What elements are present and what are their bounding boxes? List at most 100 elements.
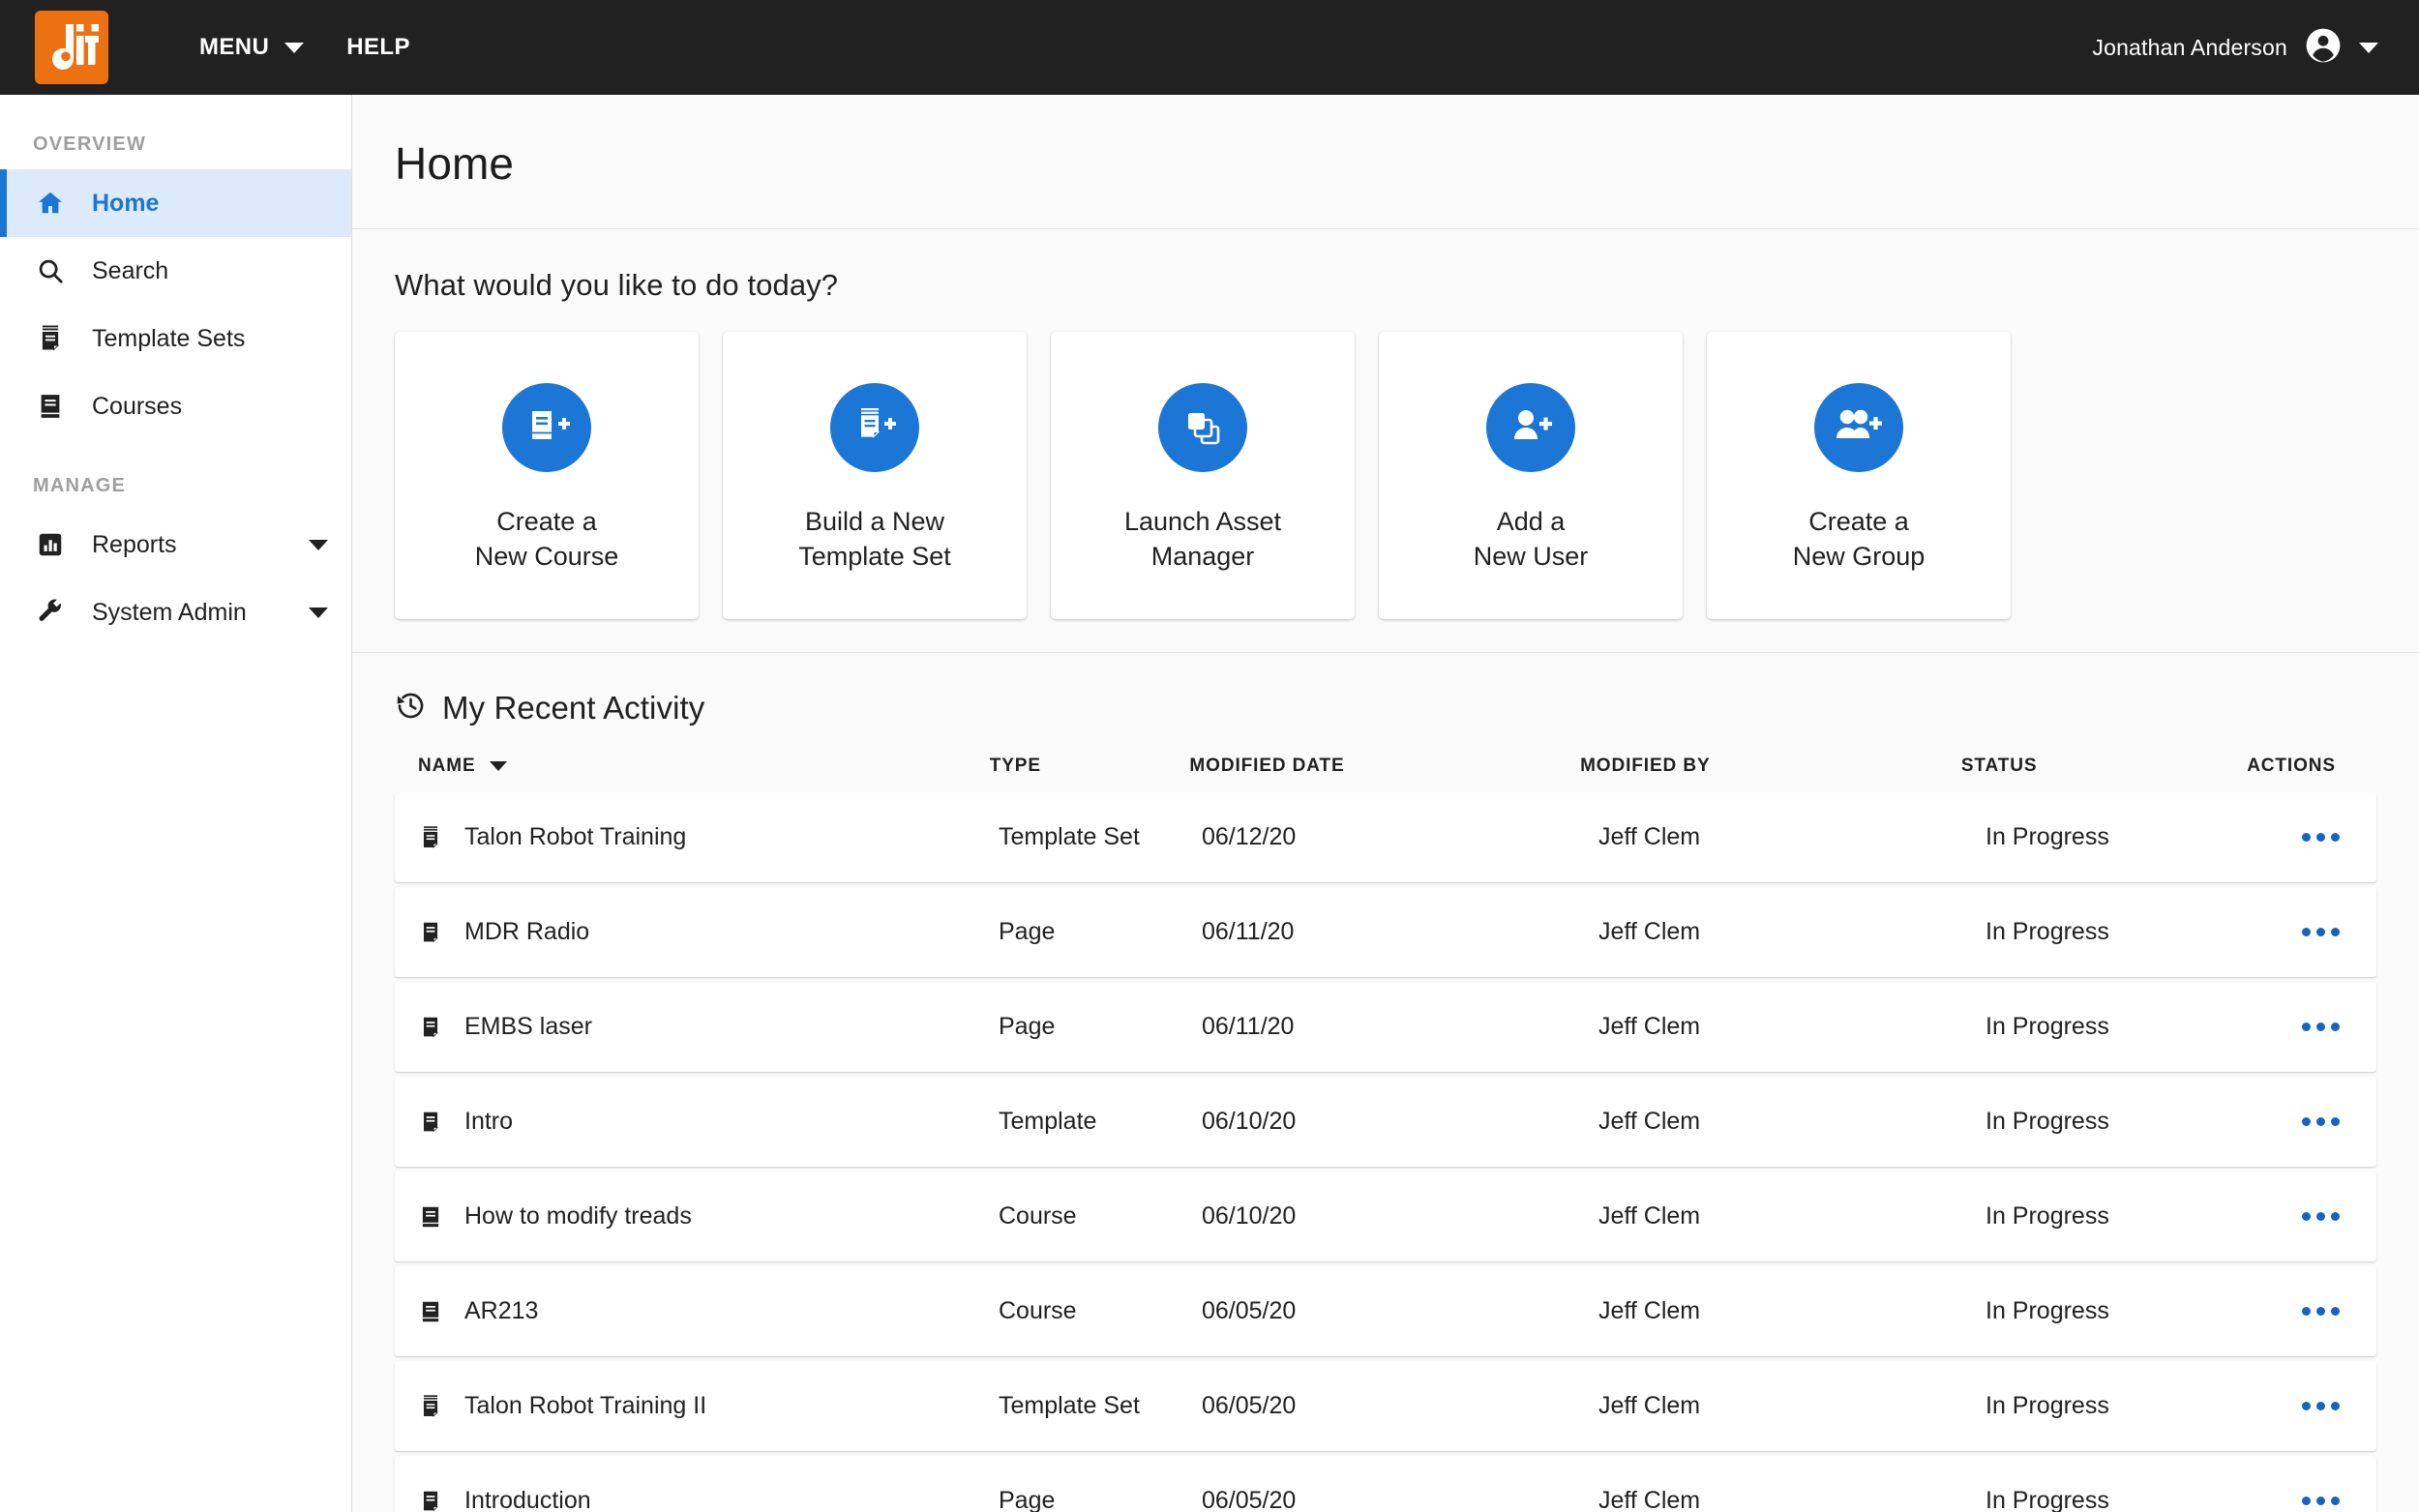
sort-descending-icon[interactable]: [489, 761, 507, 771]
table-row[interactable]: AR213 Course 06/05/20 Jeff Clem In Progress: [395, 1266, 2376, 1356]
row-actions-menu-icon[interactable]: [2302, 1212, 2340, 1221]
wrench-icon: [36, 598, 73, 627]
table-row[interactable]: How to modify treads Course 06/10/20 Jeff C…: [395, 1171, 2376, 1261]
row-modified-date: 06/11/20: [1202, 1013, 1295, 1040]
row-actions-menu-icon[interactable]: [2302, 1307, 2340, 1316]
recent-activity-header: My Recent Activity: [395, 690, 2376, 726]
launch-asset-manager-label: Launch Asset Manager: [1123, 506, 1282, 571]
row-actions-menu-icon[interactable]: [2302, 1402, 2340, 1410]
sidebar-item-search[interactable]: Search: [0, 237, 351, 305]
account-circle-icon: [2305, 27, 2342, 69]
table-row[interactable]: Talon Robot Training Template Set 06/12/20…: [395, 792, 2376, 882]
row-name: Talon Robot Training: [464, 823, 687, 850]
history-icon: [395, 690, 427, 726]
status-badge: In Progress: [1986, 1297, 2109, 1324]
table-row[interactable]: Talon Robot Training II Template Set 06/05…: [395, 1361, 2376, 1451]
sidebar-item-template-sets[interactable]: Template Sets: [0, 305, 351, 372]
sidebar-item-reports-label: Reports: [92, 530, 177, 558]
reports-chevron-down-icon[interactable]: [309, 539, 328, 550]
help-button[interactable]: HELP: [325, 20, 432, 74]
recent-activity-title: My Recent Activity: [442, 690, 705, 726]
chevron-down-icon: [284, 42, 305, 53]
create-new-course-card[interactable]: Create a New Course: [395, 332, 699, 619]
row-type: Course: [999, 1202, 1077, 1230]
page-title: Home: [395, 138, 515, 189]
create-new-course-label: Create a New Course: [474, 506, 619, 571]
template-set-plus-icon: [830, 382, 919, 472]
menu-button[interactable]: MENU: [178, 20, 325, 74]
row-name: MDR Radio: [464, 918, 590, 945]
build-new-template-set-label: Build a New Template Set: [798, 506, 951, 571]
status-badge: In Progress: [1986, 1487, 2109, 1512]
column-header-modified-by[interactable]: MODIFIED BY: [1580, 756, 1961, 777]
row-modified-by: Jeff Clem: [1598, 1202, 1701, 1230]
template-set-icon: [418, 1394, 443, 1419]
create-new-group-card[interactable]: Create a New Group: [1707, 332, 2011, 619]
row-name: EMBS laser: [464, 1013, 592, 1040]
column-header-status[interactable]: STATUS: [1961, 756, 2247, 777]
table-row[interactable]: MDR Radio Page 06/11/20 Jeff Clem In Progres…: [395, 887, 2376, 977]
sidebar-item-reports[interactable]: Reports: [0, 511, 351, 578]
user-menu[interactable]: Jonathan Anderson: [2092, 27, 2388, 69]
row-modified-date: 06/05/20: [1202, 1487, 1297, 1512]
column-header-name[interactable]: NAME: [418, 756, 990, 777]
top-bar: MENU HELP Jonathan Anderson: [0, 0, 2419, 95]
page-icon: [418, 920, 443, 945]
table-row[interactable]: EMBS laser Page 06/11/20 Jeff Clem In Progre…: [395, 982, 2376, 1072]
status-badge: In Progress: [1986, 1392, 2109, 1419]
group-plus-icon: [1814, 382, 1903, 472]
add-new-user-card[interactable]: Add a New User: [1379, 332, 1683, 619]
column-header-type[interactable]: TYPE: [990, 756, 1190, 777]
row-modified-date: 06/05/20: [1202, 1297, 1297, 1324]
table-row[interactable]: Intro Template 06/10/20 Jeff Clem In Progres…: [395, 1077, 2376, 1167]
sidebar-item-home-label: Home: [92, 189, 160, 217]
status-badge: In Progress: [1986, 1013, 2109, 1040]
row-modified-by: Jeff Clem: [1598, 1297, 1701, 1324]
app-logo[interactable]: [35, 11, 108, 84]
table-row[interactable]: Introduction Page 06/05/20 Jeff Clem In Prog…: [395, 1456, 2376, 1512]
quick-actions-prompt: What would you like to do today?: [395, 268, 839, 302]
sidebar-item-courses[interactable]: Courses: [0, 372, 351, 440]
menu-label: MENU: [199, 34, 270, 60]
sidebar-item-system-admin[interactable]: System Admin: [0, 578, 351, 646]
status-badge: In Progress: [1986, 918, 2109, 945]
row-modified-date: 06/11/20: [1202, 918, 1295, 945]
page-icon: [418, 1489, 443, 1512]
row-actions-menu-icon[interactable]: [2302, 928, 2340, 936]
column-header-actions: ACTIONS: [2247, 756, 2336, 776]
launch-asset-manager-card[interactable]: Launch Asset Manager: [1051, 332, 1355, 619]
activity-table-header: NAME TYPE MODIFIED DATE MODIFIED BY STAT…: [395, 756, 2376, 792]
page-header: Home: [352, 95, 2419, 229]
row-modified-by: Jeff Clem: [1598, 1487, 1701, 1512]
add-new-user-label: Add a New User: [1473, 506, 1589, 571]
sidebar-item-search-label: Search: [92, 256, 169, 284]
person-plus-icon: [1486, 382, 1575, 472]
row-actions-menu-icon[interactable]: [2302, 833, 2340, 842]
row-type: Template Set: [999, 1392, 1140, 1419]
template-set-icon: [36, 324, 73, 353]
activity-table-rows: Talon Robot Training Template Set 06/12/20…: [395, 792, 2376, 1512]
sidebar-item-template-sets-label: Template Sets: [92, 324, 246, 352]
user-chevron-down-icon[interactable]: [2359, 42, 2378, 53]
row-type: Page: [999, 1013, 1056, 1040]
row-actions-menu-icon[interactable]: [2302, 1497, 2340, 1505]
top-nav: MENU HELP: [178, 20, 432, 74]
sidebar-item-home[interactable]: Home: [0, 169, 351, 237]
search-icon: [36, 256, 73, 285]
row-type: Course: [999, 1297, 1077, 1324]
user-name: Jonathan Anderson: [2092, 34, 2287, 60]
row-name: AR213: [464, 1297, 539, 1324]
row-modified-by: Jeff Clem: [1598, 1013, 1701, 1040]
row-type: Template: [999, 1108, 1097, 1135]
page-icon: [418, 1110, 443, 1135]
row-type: Page: [999, 1487, 1056, 1512]
build-new-template-set-card[interactable]: Build a New Template Set: [723, 332, 1027, 619]
book-icon: [36, 392, 73, 421]
row-actions-menu-icon[interactable]: [2302, 1117, 2340, 1126]
column-header-modified-date[interactable]: MODIFIED DATE: [1189, 756, 1580, 777]
page-icon: [418, 1015, 443, 1040]
system-admin-chevron-down-icon[interactable]: [309, 607, 328, 618]
book-plus-icon: [502, 382, 591, 472]
status-badge: In Progress: [1986, 1108, 2109, 1135]
row-actions-menu-icon[interactable]: [2302, 1023, 2340, 1031]
